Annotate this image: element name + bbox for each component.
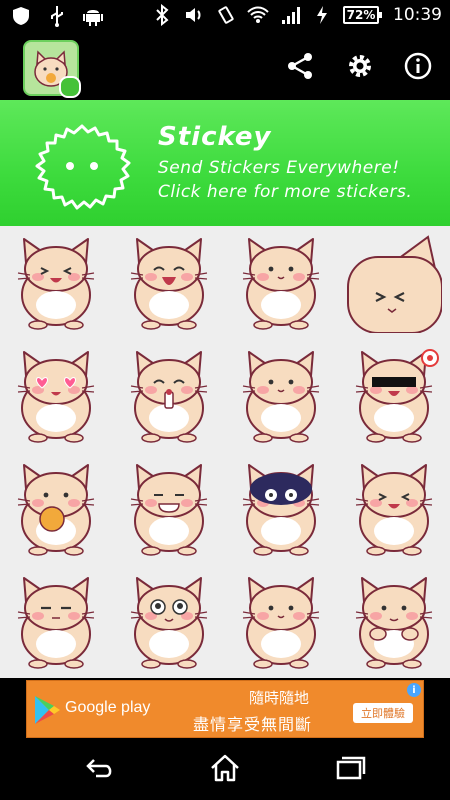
cat-sticker-grinning[interactable] <box>113 452 226 565</box>
settings-icon <box>345 51 375 85</box>
smiley-blob-icon <box>24 120 140 216</box>
home-icon <box>209 754 241 786</box>
ad-subheadline: 盡情享受無間斷 <box>193 715 313 734</box>
cat-sticker-laughing[interactable] <box>0 226 113 339</box>
banner-title: Stickey <box>158 122 272 152</box>
cat-sticker-annoyed[interactable] <box>0 565 113 678</box>
cat-sticker-cookie[interactable] <box>0 452 113 565</box>
sticker-grid <box>0 226 450 678</box>
recents-icon <box>334 755 366 785</box>
status-bar: 72% 10:39 <box>0 0 450 33</box>
android-icon <box>82 5 104 27</box>
cat-sticker-happy[interactable] <box>225 565 338 678</box>
share-icon <box>285 51 315 85</box>
promo-banner[interactable]: Stickey Send Stickers Everywhere! Click … <box>0 100 450 226</box>
banner-link-text: Click here for more stickers. <box>158 182 413 202</box>
banner-tagline: Send Stickers Everywhere! <box>158 158 400 178</box>
cat-sticker-teary[interactable] <box>338 452 450 565</box>
charging-icon <box>311 4 333 26</box>
bluetooth-icon <box>151 4 173 26</box>
home-button[interactable] <box>205 754 245 786</box>
cat-sticker-gloomy[interactable] <box>225 452 338 565</box>
cat-sticker-eating[interactable] <box>113 226 226 339</box>
clock: 10:39 <box>393 5 442 25</box>
vibrate-icon <box>215 4 237 26</box>
cat-sticker-shy[interactable] <box>338 565 450 678</box>
info-button[interactable] <box>401 51 435 85</box>
google-play-icon <box>33 695 61 729</box>
back-button[interactable] <box>80 755 120 785</box>
cat-sticker-censored[interactable] <box>338 339 450 452</box>
cat-sticker-closeup[interactable] <box>338 226 450 339</box>
action-bar <box>0 33 450 100</box>
signal-icon <box>279 4 301 26</box>
ad-area: Google play 隨時隨地 盡情享受無間斷 立即體驗 i <box>0 678 450 740</box>
cat-sticker-drinking[interactable] <box>113 339 226 452</box>
volume-icon <box>183 4 205 26</box>
cat-sticker-blushing[interactable] <box>225 339 338 452</box>
info-icon <box>403 51 433 85</box>
check-badge-icon <box>59 76 81 98</box>
app-icon[interactable] <box>23 40 81 98</box>
ad-cta-button[interactable]: 立即體驗 <box>353 703 413 723</box>
cat-sticker-smiling[interactable] <box>225 226 338 339</box>
battery-indicator: 72% <box>343 6 382 24</box>
back-icon <box>84 756 116 784</box>
shield-icon <box>10 5 32 27</box>
settings-button[interactable] <box>343 51 377 85</box>
ad-store-name: Google play <box>65 699 151 716</box>
ad-info-icon[interactable]: i <box>407 683 421 697</box>
ad-banner[interactable]: Google play 隨時隨地 盡情享受無間斷 立即體驗 i <box>26 680 424 738</box>
wifi-icon <box>247 4 269 26</box>
cat-sticker-heart-eyes[interactable] <box>0 339 113 452</box>
usb-icon <box>46 5 68 27</box>
cat-sticker-wide-eyed[interactable] <box>113 565 226 678</box>
navigation-bar <box>0 740 450 800</box>
share-button[interactable] <box>283 51 317 85</box>
ad-headline: 隨時隨地 <box>249 689 310 707</box>
recents-button[interactable] <box>330 755 370 785</box>
